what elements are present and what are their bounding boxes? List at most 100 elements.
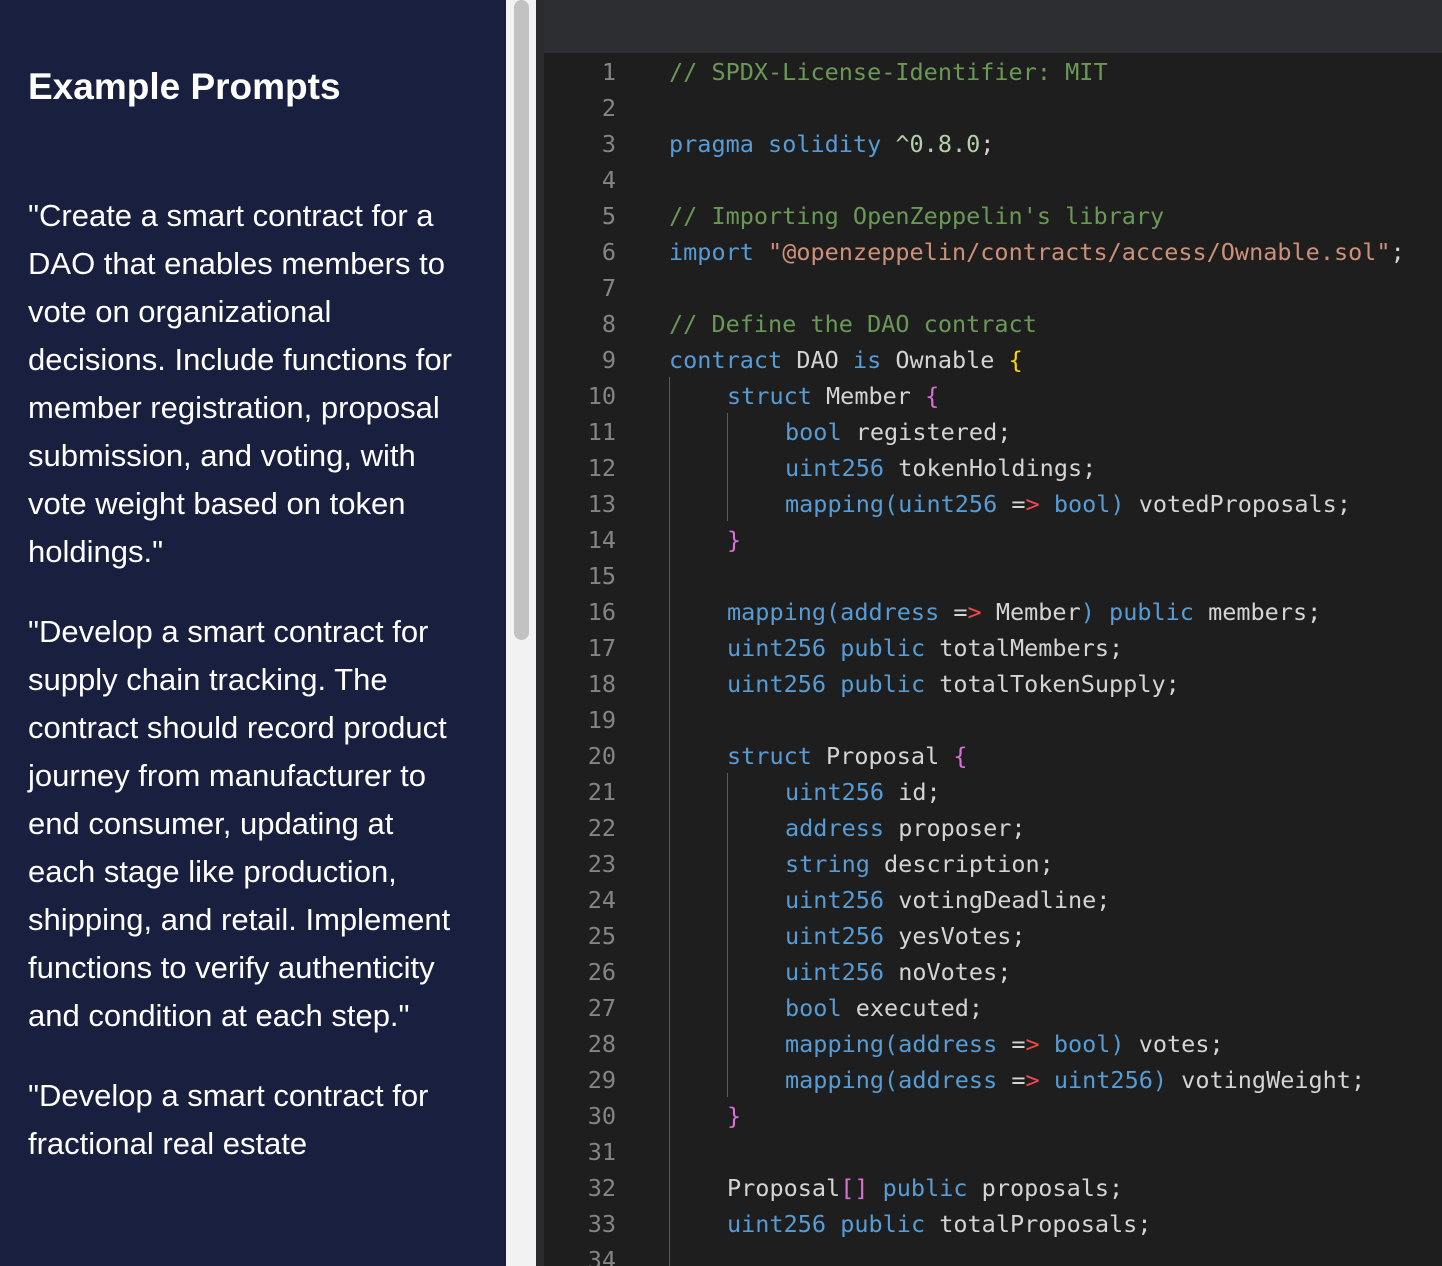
code-token: uint256) — [1053, 1066, 1168, 1094]
code-token: Proposal — [727, 1174, 841, 1202]
sidebar-scrollbar[interactable] — [506, 0, 536, 1266]
code-token: public — [840, 634, 926, 662]
code-token: proposer; — [884, 814, 1026, 842]
code-token: is — [852, 346, 882, 374]
indent-guide — [669, 377, 670, 1266]
line-number: 25 — [587, 922, 616, 950]
code-text: mapping(address => Member) public member… — [727, 594, 1321, 630]
code-token: description; — [869, 850, 1054, 878]
code-text: struct Member { — [727, 378, 939, 414]
code-token: // SPDX-License-Identifier: MIT — [669, 58, 1108, 86]
code-text: bool registered; — [785, 414, 1011, 450]
code-token: string — [785, 850, 870, 878]
code-token: uint256 — [785, 958, 885, 986]
prompt-item[interactable]: "Create a smart contract for a DAO that … — [28, 192, 466, 576]
line-number: 6 — [601, 238, 616, 266]
prompt-item[interactable]: "Develop a smart contract for fractional… — [28, 1072, 466, 1168]
code-text: uint256 noVotes; — [785, 954, 1011, 990]
indent-guide — [727, 413, 728, 521]
line-number: 11 — [587, 418, 616, 446]
code-text: // Define the DAO contract — [669, 306, 1037, 342]
code-token: totalTokenSupply; — [925, 670, 1180, 698]
code-token: import — [669, 238, 754, 266]
code-token: Ownable — [881, 346, 1009, 374]
code-token: ; — [980, 130, 995, 158]
code-token: bool) — [1053, 1030, 1125, 1058]
code-token: ) — [1080, 598, 1095, 626]
code-text: uint256 public totalMembers; — [727, 630, 1123, 666]
prompt-item[interactable]: "Develop a smart contract for supply cha… — [28, 608, 466, 1040]
panel-divider[interactable] — [536, 0, 544, 1266]
code-token: bool — [785, 994, 842, 1022]
code-token: Proposal — [811, 742, 954, 770]
line-number: 19 — [587, 706, 616, 734]
code-text: uint256 yesVotes; — [785, 918, 1026, 954]
line-number: 12 — [587, 454, 616, 482]
line-number: 3 — [601, 130, 616, 158]
code-text: uint256 public totalTokenSupply; — [727, 666, 1180, 702]
code-token: > — [1025, 1030, 1040, 1058]
line-number: 2 — [601, 94, 616, 122]
line-number: 24 — [587, 886, 616, 914]
scrollbar-thumb[interactable] — [514, 0, 529, 640]
code-editor[interactable]: 1// SPDX-License-Identifier: MIT 2 3 pragma… — [544, 53, 1442, 1266]
example-prompts-sidebar: Example Prompts "Create a smart contract… — [0, 0, 506, 1266]
line-number: 30 — [587, 1102, 616, 1130]
code-token: Member — [811, 382, 926, 410]
line-number: 5 — [601, 202, 616, 230]
code-token: uint256 — [727, 1210, 827, 1238]
code-text: uint256 id; — [785, 774, 941, 810]
code-token: { — [1008, 346, 1023, 374]
line-number: 7 — [601, 274, 616, 302]
code-text: uint256 public totalProposals; — [727, 1206, 1151, 1242]
line-number: 1 — [601, 58, 616, 86]
code-token: pragma — [669, 130, 754, 158]
code-token: // Define the DAO contract — [669, 310, 1037, 338]
code-token: bool — [785, 418, 842, 446]
line-number: 33 — [587, 1210, 616, 1238]
code-text: import "@openzeppelin/contracts/access/O… — [669, 234, 1405, 270]
code-token: votingDeadline; — [884, 886, 1111, 914]
code-text: } — [727, 522, 741, 558]
code-token: executed; — [841, 994, 984, 1022]
code-token: id; — [884, 778, 941, 806]
code-text: mapping(address => uint256) votingWeight… — [785, 1062, 1365, 1098]
line-number: 22 — [587, 814, 616, 842]
line-number: 21 — [587, 778, 616, 806]
line-number: 27 — [587, 994, 616, 1022]
code-token: ^0.8.0 — [895, 130, 981, 158]
code-token: public — [840, 670, 926, 698]
line-number: 10 — [587, 382, 616, 410]
sidebar-title: Example Prompts — [28, 66, 341, 107]
code-text: uint256 tokenHoldings; — [785, 450, 1096, 486]
indent-guide — [727, 773, 728, 1097]
code-token: Member — [981, 598, 1081, 626]
code-token: votingWeight; — [1167, 1066, 1366, 1094]
code-token: uint256 — [785, 886, 885, 914]
code-token: = — [997, 1030, 1026, 1058]
code-token: } — [727, 1102, 742, 1130]
line-number: 29 — [587, 1066, 616, 1094]
code-token: address — [785, 814, 885, 842]
line-number: 23 — [587, 850, 616, 878]
code-token: yesVotes; — [884, 922, 1026, 950]
code-text: string description; — [785, 846, 1054, 882]
code-token: public — [882, 1174, 968, 1202]
code-text: // Importing OpenZeppelin's library — [669, 198, 1164, 234]
code-token: tokenHoldings; — [884, 454, 1097, 482]
line-number: 14 — [587, 526, 616, 554]
code-token: = — [939, 598, 968, 626]
code-text: mapping(uint256 => bool) votedProposals; — [785, 486, 1351, 522]
line-number: 32 — [587, 1174, 616, 1202]
code-text: uint256 votingDeadline; — [785, 882, 1110, 918]
line-number: 4 — [601, 166, 616, 194]
